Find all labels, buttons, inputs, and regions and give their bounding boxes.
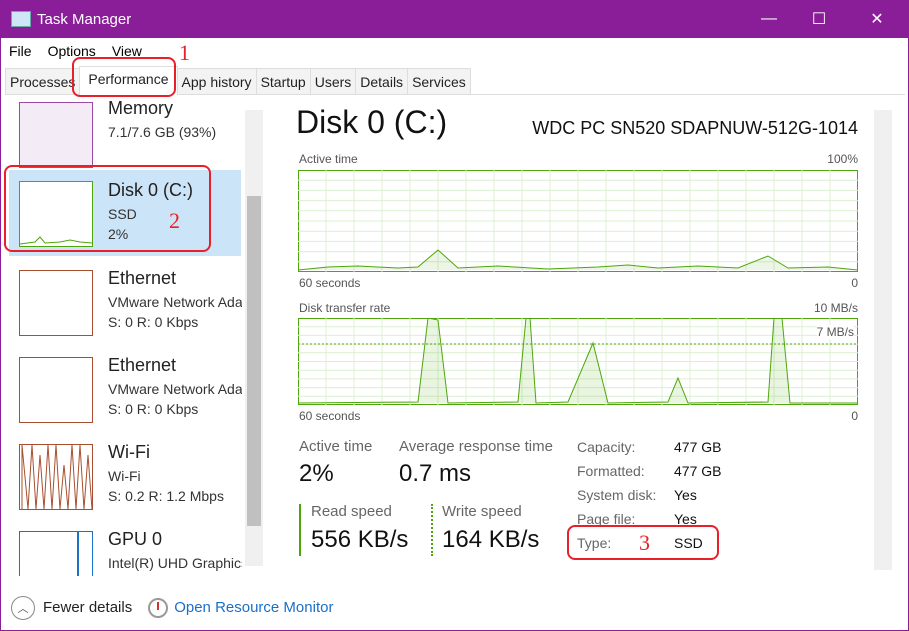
sidebar-item-ethernet-2[interactable]: Ethernet VMware Network Adapter S: 0 R: … — [9, 351, 242, 437]
sidebar-item-memory[interactable]: Memory 7.1/7.6 GB (93%) — [9, 96, 241, 174]
item-name: Wi-Fi — [108, 442, 150, 462]
sidebar-item-wifi[interactable]: Wi-Fi Wi-Fi S: 0.2 R: 1.2 Mbps — [9, 438, 241, 524]
disk-detail-panel: Disk 0 (C:) WDC PC SN520 SDAPNUW-512G-10… — [276, 96, 876, 576]
write-indicator — [431, 504, 433, 556]
open-resource-monitor-link[interactable]: Open Resource Monitor — [174, 599, 333, 616]
item-detail: Wi-Fi — [108, 468, 141, 484]
write-speed-label: Write speed — [442, 503, 522, 520]
scrollbar-thumb[interactable] — [247, 196, 261, 526]
prop-label: System disk: — [577, 487, 657, 503]
close-button[interactable]: ✕ — [854, 0, 900, 38]
item-usage: S: 0 R: 0 Kbps — [108, 314, 199, 330]
sidebar-item-ethernet-1[interactable]: Ethernet VMware Network Adapter S: 0 R: … — [9, 264, 242, 350]
maximize-button[interactable]: ☐ — [796, 0, 842, 38]
item-name: Memory — [108, 98, 174, 118]
wifi-thumbnail — [19, 444, 93, 510]
read-speed-value: 556 KB/s — [311, 526, 409, 553]
item-detail: VMware Network Adapter — [108, 381, 242, 397]
disk-model: WDC PC SN520 SDAPNUW-512G-1014 — [532, 118, 858, 138]
item-usage: S: 0.2 R: 1.2 Mbps — [108, 488, 224, 504]
transfer-rate-chart — [298, 318, 858, 405]
response-time-label: Average response time — [399, 438, 553, 455]
ethernet-thumbnail — [19, 357, 93, 423]
active-time-label: Active time — [299, 438, 373, 455]
app-icon — [11, 11, 31, 27]
response-time-value: 0.7 ms — [399, 460, 472, 487]
gpu-thumbnail — [19, 531, 93, 576]
item-detail: VMware Network Adapter — [108, 294, 242, 310]
item-name: GPU 0 — [108, 529, 163, 549]
chart2-max: 10 MB/s — [813, 301, 858, 315]
read-indicator — [299, 504, 301, 556]
chart2-min: 0 — [851, 409, 858, 423]
item-name: Ethernet — [108, 355, 177, 375]
resource-monitor-icon — [148, 597, 169, 618]
task-manager-window: Task Manager — ☐ ✕ File Options View Pro… — [1, 0, 908, 630]
minimize-button[interactable]: — — [746, 0, 792, 38]
chart1-time: 60 seconds — [299, 276, 361, 290]
sidebar-scrollbar[interactable] — [245, 110, 263, 566]
main-scrollbar[interactable] — [874, 110, 892, 570]
prop-value: 477 GB — [674, 439, 722, 455]
chart1-min: 0 — [851, 276, 858, 290]
page-title: Disk 0 (C:) — [296, 104, 448, 140]
tab-processes[interactable]: Processes — [5, 68, 81, 94]
active-time-chart — [298, 170, 858, 272]
write-speed-value: 164 KB/s — [442, 526, 540, 553]
prop-label: Capacity: — [577, 439, 636, 455]
sidebar-item-gpu-0[interactable]: GPU 0 Intel(R) UHD Graphics — [9, 525, 242, 576]
active-time-value: 2% — [299, 460, 334, 487]
tab-services[interactable]: Services — [407, 68, 471, 94]
menu-file[interactable]: File — [1, 43, 40, 59]
tab-users[interactable]: Users — [309, 68, 357, 94]
read-speed-label: Read speed — [311, 503, 392, 520]
item-name: Ethernet — [108, 268, 177, 288]
ethernet-thumbnail — [19, 270, 93, 336]
footer: ︿ Fewer details Open Resource Monitor — [1, 585, 908, 630]
annotation-box-1 — [72, 57, 176, 97]
tab-details[interactable]: Details — [355, 68, 409, 94]
chart1-label: Active time — [299, 152, 358, 166]
memory-thumbnail — [19, 102, 93, 168]
chart1-max: 100% — [827, 152, 858, 166]
annotation-number-3: 3 — [639, 530, 650, 555]
prop-label: Formatted: — [577, 463, 645, 479]
chevron-up-icon[interactable]: ︿ — [11, 595, 35, 620]
item-detail: Intel(R) UHD Graphics — [108, 555, 242, 571]
window-title: Task Manager — [37, 10, 132, 28]
chart2-time: 60 seconds — [299, 409, 361, 423]
item-usage: S: 0 R: 0 Kbps — [108, 401, 199, 417]
tab-startup[interactable]: Startup — [255, 68, 311, 94]
annotation-number-1: 1 — [179, 40, 190, 65]
title-bar: Task Manager — ☐ ✕ — [1, 0, 908, 38]
prop-value: 477 GB — [674, 463, 722, 479]
prop-value: Yes — [674, 487, 697, 503]
item-detail: 7.1/7.6 GB (93%) — [108, 124, 217, 140]
chart2-mark: 7 MB/s — [816, 325, 854, 339]
tab-app-history[interactable]: App history — [176, 68, 257, 94]
fewer-details-button[interactable]: Fewer details — [43, 599, 132, 616]
annotation-number-2: 2 — [169, 208, 180, 233]
chart2-label: Disk transfer rate — [299, 301, 391, 315]
